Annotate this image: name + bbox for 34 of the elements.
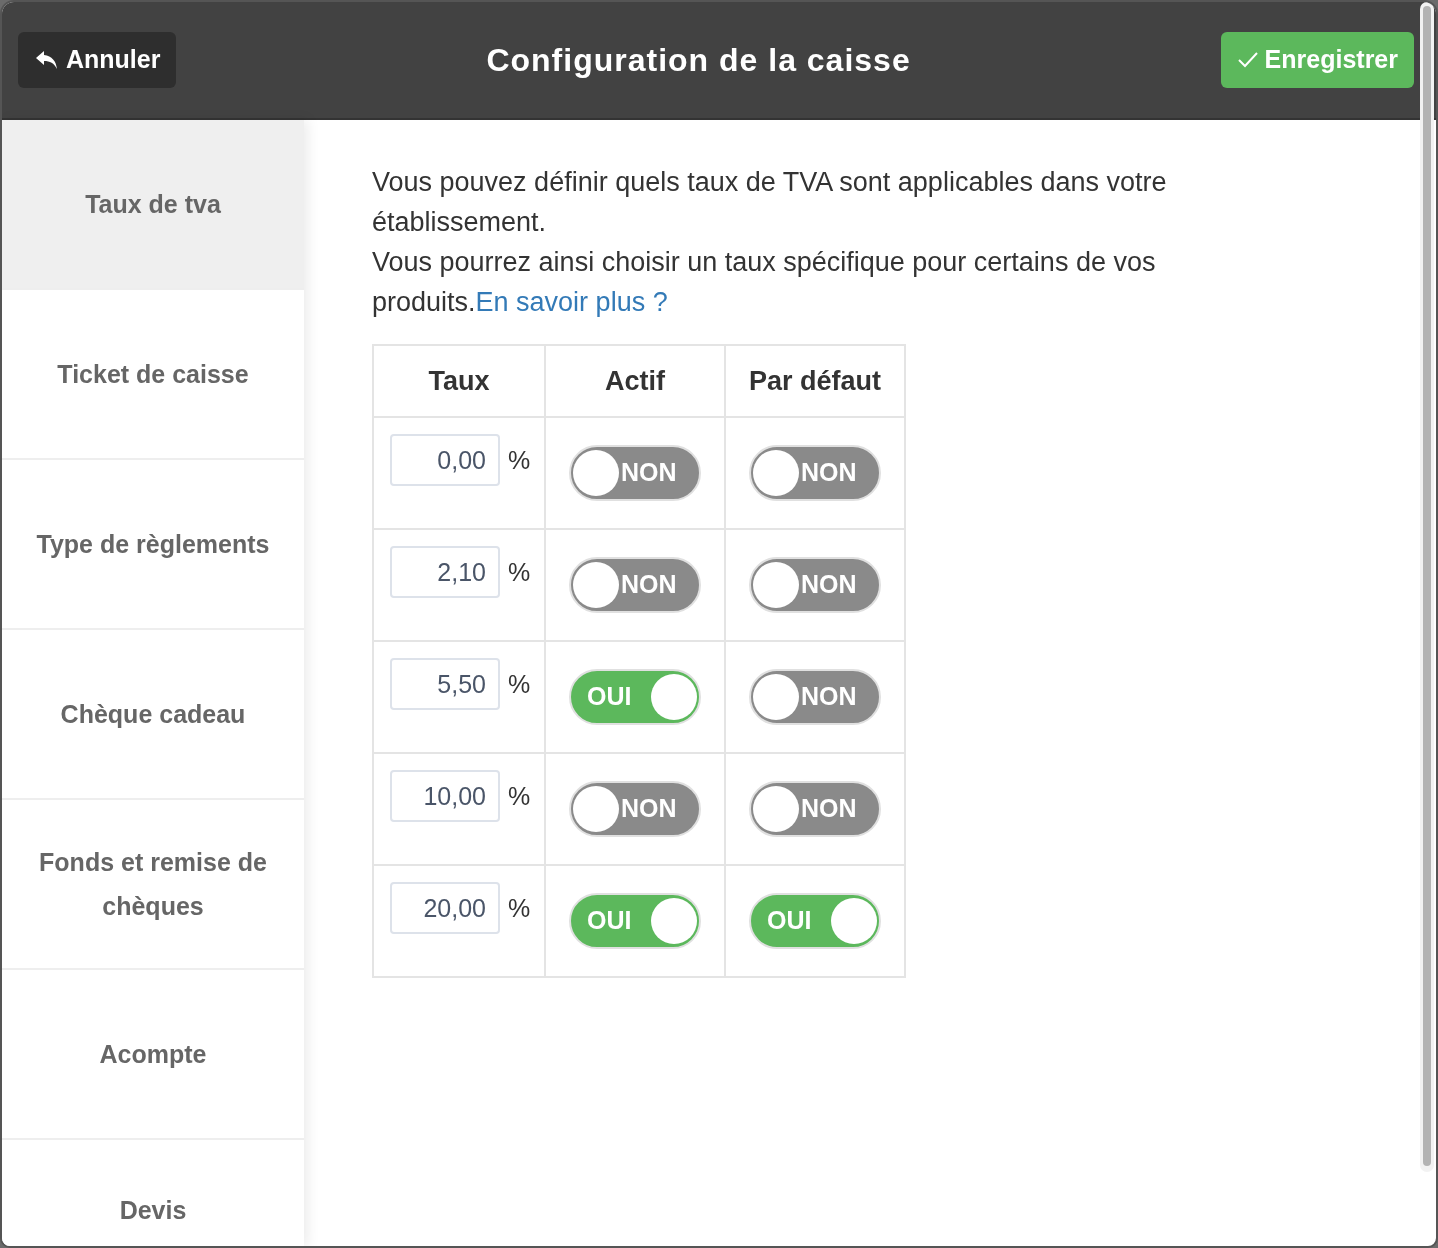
sidebar-item[interactable]: Type de règlements <box>2 460 304 630</box>
reply-arrow-icon <box>34 49 60 71</box>
rate-input[interactable]: 20,00 <box>390 882 500 934</box>
window-title: Configuration de la caisse <box>486 41 911 80</box>
checkmark-icon <box>1236 51 1259 69</box>
column-header: Actif <box>545 345 725 417</box>
toggle-switch[interactable]: NON <box>749 445 881 501</box>
sidebar-item[interactable]: Chèque cadeau <box>2 630 304 800</box>
intro-text: Vous pourrez ainsi choisir un taux spécifique pour certains de vos produits.En savoir plus ? <box>372 246 1157 319</box>
percent-sign: % <box>508 893 531 924</box>
sidebar-item[interactable]: Fonds et remise de chèques <box>2 800 304 970</box>
percent-sign: % <box>508 557 531 588</box>
cancel-button[interactable]: Annuler <box>18 32 177 88</box>
rate-input[interactable]: 0,00 <box>390 434 500 486</box>
toggle-switch[interactable]: NON <box>569 445 701 501</box>
learn-more-link[interactable]: En savoir plus ? <box>475 287 668 317</box>
column-header: Par défaut <box>725 345 905 417</box>
toggle-switch[interactable]: NON <box>749 781 881 837</box>
toggle-switch[interactable]: NON <box>749 557 881 613</box>
toggle-switch[interactable]: NON <box>749 669 881 725</box>
percent-sign: % <box>508 781 531 812</box>
sidebar-item[interactable]: Ticket de caisse <box>2 290 304 460</box>
percent-sign: % <box>508 445 531 476</box>
sidebar-item[interactable]: Acompte <box>2 970 304 1140</box>
rate-input[interactable]: 5,50 <box>390 658 500 710</box>
rate-input[interactable]: 2,10 <box>390 546 500 598</box>
toggle-switch[interactable]: NON <box>569 781 701 837</box>
toggle-switch[interactable]: NON <box>569 557 701 613</box>
sidebar-item[interactable]: Taux de tva <box>2 120 304 290</box>
sidebar-item[interactable]: Devis <box>2 1140 304 1232</box>
column-header: Taux <box>373 345 545 417</box>
rate-input[interactable]: 10,00 <box>390 770 500 822</box>
percent-sign: % <box>508 669 531 700</box>
intro-text: Vous pouvez définir quels taux de TVA sont applicables dans votre établissement. <box>372 166 1168 239</box>
